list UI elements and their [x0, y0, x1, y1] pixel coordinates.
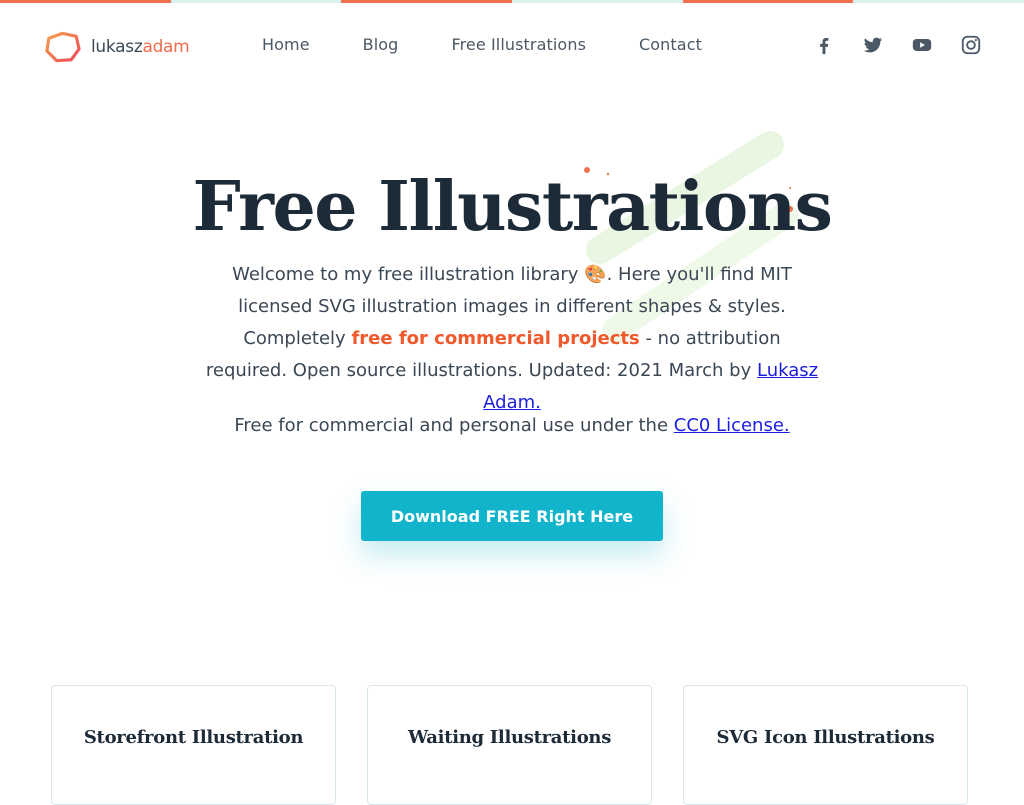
highlight-text: free for commercial projects: [351, 328, 640, 349]
card-svg-icon[interactable]: SVG Icon Illustrations: [683, 685, 968, 805]
card-waiting[interactable]: Waiting Illustrations: [367, 685, 652, 805]
card-title: SVG Icon Illustrations: [716, 727, 935, 748]
logo-icon: [45, 31, 81, 63]
download-button[interactable]: Download FREE Right Here: [361, 491, 663, 541]
facebook-icon[interactable]: [813, 34, 835, 56]
palette-emoji: 🎨: [584, 264, 607, 285]
illustration-cards: Storefront Illustration Waiting Illustra…: [51, 685, 968, 805]
nav-free-illustrations[interactable]: Free Illustrations: [451, 35, 586, 54]
social-links: [813, 34, 982, 56]
card-title: Waiting Illustrations: [407, 727, 612, 748]
site-logo[interactable]: lukaszadam: [43, 29, 190, 65]
site-header: lukaszadam Home Blog Free Illustrations …: [0, 24, 1024, 68]
card-title: Storefront Illustration: [83, 727, 304, 748]
twitter-icon[interactable]: [862, 34, 884, 56]
youtube-icon[interactable]: [911, 34, 933, 56]
nav-blog[interactable]: Blog: [363, 35, 399, 54]
card-storefront[interactable]: Storefront Illustration: [51, 685, 336, 805]
license-line: Free for commercial and personal use und…: [234, 415, 790, 436]
page-title: Free Illustrations: [192, 167, 833, 247]
intro-paragraph: Welcome to my free illustration library …: [205, 264, 819, 413]
nav-contact[interactable]: Contact: [639, 35, 702, 54]
top-accent-bar: [0, 0, 1024, 3]
logo-text: lukaszadam: [91, 37, 190, 57]
license-link[interactable]: CC0 License.: [674, 415, 790, 436]
instagram-icon[interactable]: [960, 34, 982, 56]
main-nav: Home Blog Free Illustrations Contact: [262, 35, 755, 54]
nav-home[interactable]: Home: [262, 35, 310, 54]
